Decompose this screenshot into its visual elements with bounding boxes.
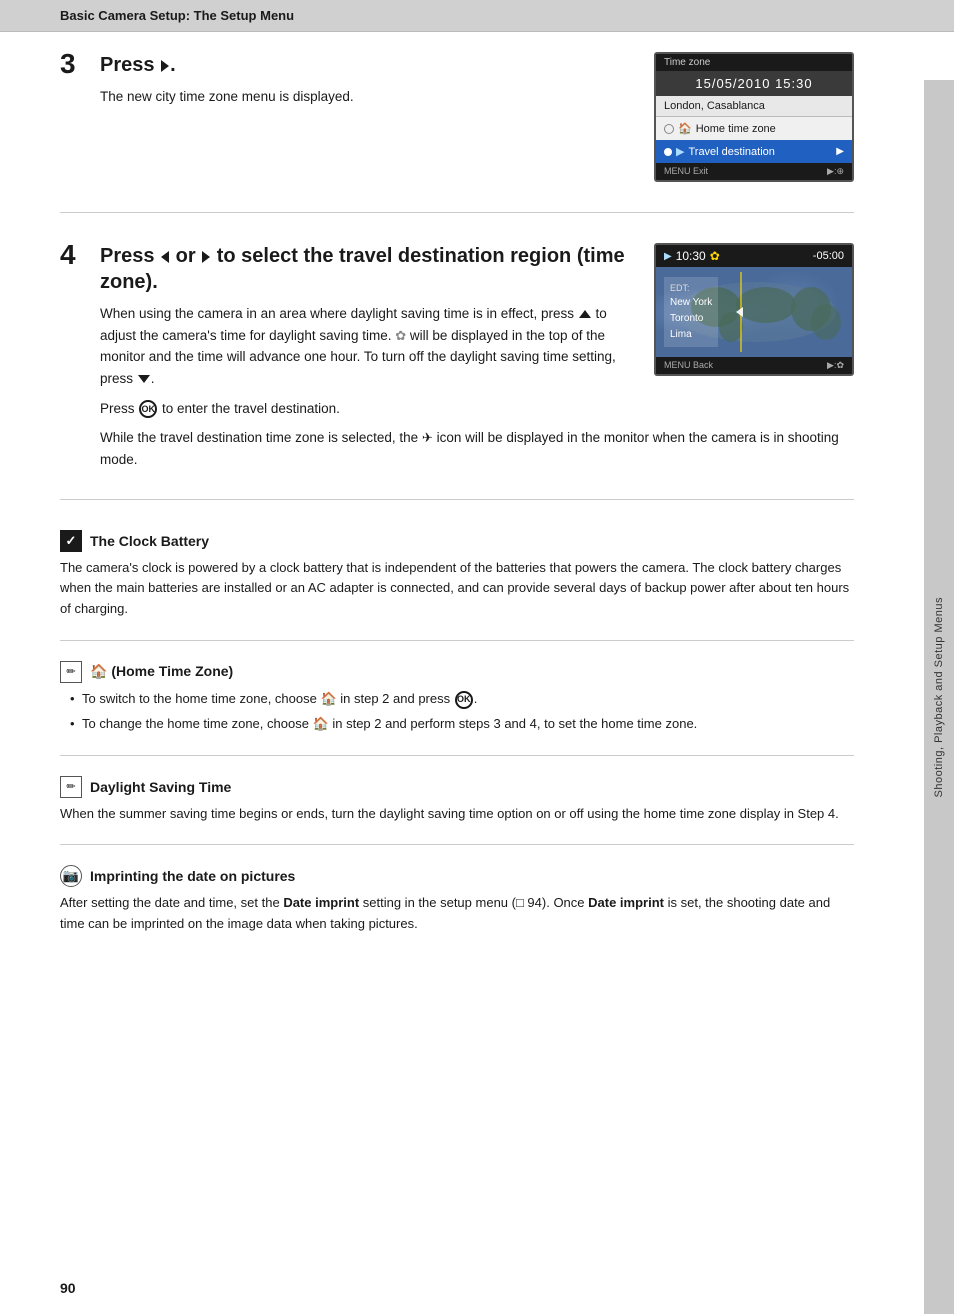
note-imprint-section: 📷 Imprinting the date on pictures After …: [60, 865, 854, 935]
map-label: EDT:: [670, 281, 712, 295]
city-toronto: Toronto: [670, 311, 712, 327]
note-clock-body: The camera's clock is powered by a clock…: [60, 558, 854, 620]
home-icon-inline2: 🏠: [313, 716, 329, 731]
city-lima: Lima: [670, 327, 712, 343]
step-4-desc3: While the travel destination time zone i…: [100, 427, 854, 470]
tz-option-home: 🏠 Home time zone: [656, 117, 852, 140]
note-clock-header: ✓ The Clock Battery: [60, 530, 854, 552]
step-3-section: 3 Time zone 15/05/2010 15:30 London, Cas…: [60, 52, 854, 213]
tz-option-travel: ▶ Travel destination ▶: [656, 140, 852, 163]
circle-icon: [664, 124, 674, 134]
timezone-screen: Time zone 15/05/2010 15:30 London, Casab…: [654, 52, 854, 182]
ok-button-icon: OK: [139, 400, 157, 418]
dot-icon: [664, 148, 672, 156]
note-daylight-body: When the summer saving time begins or en…: [60, 804, 854, 825]
step-3-content: Time zone 15/05/2010 15:30 London, Casab…: [100, 52, 854, 192]
city-newyork: New York: [670, 295, 712, 311]
divider-1: [60, 640, 854, 641]
page-number: 90: [60, 1280, 76, 1296]
home-icon-inline1: 🏠: [320, 691, 336, 706]
plane-icon: ✈: [422, 430, 433, 445]
map-header: ▶ 10:30 ✿ -05:00: [656, 245, 852, 267]
note-daylight-title: Daylight Saving Time: [90, 779, 231, 795]
header-bar: Basic Camera Setup: The Setup Menu: [0, 0, 954, 32]
tz-time: 15/05/2010 15:30: [656, 71, 852, 96]
divider-2: [60, 755, 854, 756]
note-daylight-section: ✏ Daylight Saving Time When the summer s…: [60, 776, 854, 825]
note-imprint-title: Imprinting the date on pictures: [90, 868, 295, 884]
dst-icon: ✿: [710, 249, 720, 263]
step-3-screen: Time zone 15/05/2010 15:30 London, Casab…: [654, 52, 854, 182]
tz-city: London, Casablanca: [656, 96, 852, 117]
note-home-title: 🏠 (Home Time Zone): [90, 663, 233, 680]
note-home-section: ✏ 🏠 (Home Time Zone) To switch to the ho…: [60, 661, 854, 735]
sidebar-text: Shooting, Playback and Setup Menus: [933, 597, 945, 797]
note-clock-title: The Clock Battery: [90, 533, 209, 549]
arrow-down-icon: [138, 375, 150, 383]
note-home-bullet1: To switch to the home time zone, choose …: [70, 689, 854, 710]
note-imprint-body: After setting the date and time, set the…: [60, 893, 854, 935]
arrow-left-icon: [161, 251, 169, 263]
tz-footer: MENU Exit ▶:⊕: [656, 163, 852, 180]
dst-symbol: ✿: [395, 328, 406, 343]
step-3-number: 3: [60, 48, 100, 192]
map-footer: MENU Back ▶:✿: [656, 357, 852, 374]
note-clock-section: ✓ The Clock Battery The camera's clock i…: [60, 530, 854, 620]
note-home-header: ✏ 🏠 (Home Time Zone): [60, 661, 854, 683]
arrow-right-icon-2: [202, 251, 210, 263]
main-content: 3 Time zone 15/05/2010 15:30 London, Cas…: [0, 32, 954, 1013]
map-body: EDT: New York Toronto Lima: [656, 267, 852, 357]
divider-3: [60, 844, 854, 845]
check-icon: ✓: [60, 530, 82, 552]
tz-header: Time zone: [656, 54, 852, 71]
arrow-right-icon: [161, 60, 169, 72]
pencil-icon-1: ✏: [60, 661, 82, 683]
pencil-icon-2: ✏: [60, 776, 82, 798]
note-home-list: To switch to the home time zone, choose …: [60, 689, 854, 735]
sidebar-label: Shooting, Playback and Setup Menus: [924, 80, 954, 1314]
date-imprint-bold-2: Date imprint: [588, 895, 664, 910]
note-daylight-header: ✏ Daylight Saving Time: [60, 776, 854, 798]
map-screen: ▶ 10:30 ✿ -05:00: [654, 243, 854, 376]
step-4-desc2: Press OK to enter the travel destination…: [100, 398, 854, 420]
header-title: Basic Camera Setup: The Setup Menu: [60, 8, 294, 23]
map-cities: EDT: New York Toronto Lima: [664, 277, 718, 347]
note-home-bullet2: To change the home time zone, choose 🏠 i…: [70, 714, 854, 735]
note-imprint-header: 📷 Imprinting the date on pictures: [60, 865, 854, 887]
camera-icon: 📷: [60, 865, 82, 887]
step-4-content: ▶ 10:30 ✿ -05:00: [100, 243, 854, 479]
time-display: ▶ 10:30 ✿: [664, 249, 720, 263]
tz-options: 🏠 Home time zone ▶ Travel destination ▶: [656, 117, 852, 163]
ok-icon-1: OK: [455, 691, 473, 709]
arrow-up-icon: [579, 310, 591, 318]
step-4-section: 4 ▶ 10:30 ✿ -05:00: [60, 243, 854, 500]
offset-display: -05:00: [813, 250, 844, 262]
date-imprint-bold-1: Date imprint: [283, 895, 359, 910]
home-icon: 🏠: [90, 663, 107, 679]
step-4-number: 4: [60, 239, 100, 479]
step-4-screen: ▶ 10:30 ✿ -05:00: [654, 243, 854, 376]
